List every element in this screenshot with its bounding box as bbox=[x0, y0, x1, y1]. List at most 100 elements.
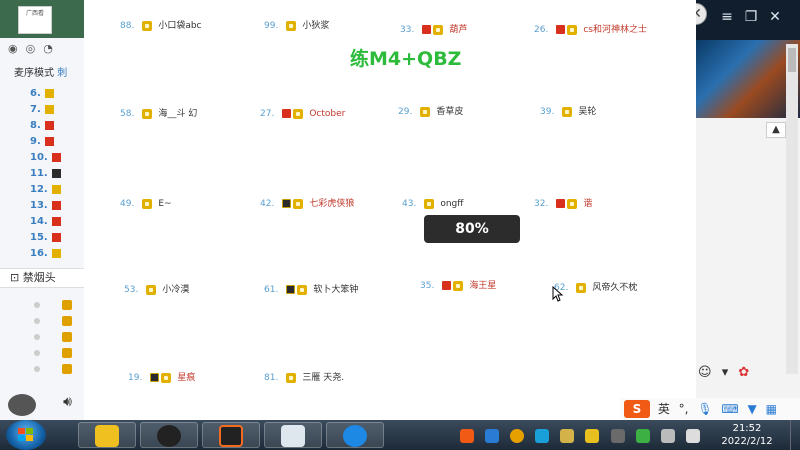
game-app-icon bbox=[219, 425, 243, 447]
rank-badge-icon bbox=[51, 184, 61, 194]
headset-icon[interactable]: ◎ bbox=[26, 42, 44, 55]
queue-number: 9. bbox=[30, 136, 41, 147]
player-seat-number: 43. bbox=[402, 199, 417, 209]
network-icon[interactable] bbox=[660, 428, 675, 443]
player-seat-number: 61. bbox=[264, 285, 279, 295]
ime-language[interactable]: 英 bbox=[658, 398, 670, 420]
k-tray-icon[interactable] bbox=[485, 428, 500, 443]
sogou-tray-icon[interactable] bbox=[460, 428, 474, 443]
player-entry[interactable]: 39. 吴轮 bbox=[540, 104, 596, 120]
rank-badge-icon bbox=[51, 200, 61, 210]
sync-tray-icon[interactable] bbox=[535, 428, 550, 443]
player-entry[interactable]: 58. 海__斗 幻 bbox=[120, 106, 197, 122]
dropdown-icon[interactable]: ▾ bbox=[722, 365, 729, 380]
queue-item[interactable]: 6. bbox=[30, 88, 84, 104]
taskbar-app-yy[interactable] bbox=[78, 422, 136, 448]
tools-icon[interactable]: ▦ bbox=[766, 398, 777, 420]
player-entry[interactable]: 26. cs和河神林之士 bbox=[534, 22, 647, 38]
list-item[interactable] bbox=[34, 294, 84, 310]
skin-icon[interactable]: ▼ bbox=[748, 398, 757, 420]
show-desktop-button[interactable] bbox=[790, 420, 800, 450]
player-name: 七彩虎侠狼 bbox=[309, 199, 355, 209]
player-entry[interactable]: 19. 星痕 bbox=[128, 370, 195, 386]
punctuation-icon[interactable]: °, bbox=[679, 398, 689, 420]
queue-item[interactable]: 12. bbox=[30, 184, 84, 200]
player-entry[interactable]: 61. 软卜大笨钟 bbox=[264, 282, 358, 298]
shield-tray-icon[interactable] bbox=[635, 428, 650, 443]
keyboard-icon[interactable]: ⌨ bbox=[721, 398, 738, 420]
queue-item[interactable]: 8. bbox=[30, 120, 84, 136]
close-icon[interactable]: ✕ bbox=[766, 8, 784, 26]
queue-number: 6. bbox=[30, 88, 41, 99]
crown-icon bbox=[286, 20, 297, 31]
player-seat-number: 33. bbox=[400, 25, 415, 35]
speaker-icon[interactable]: 🔊︎ bbox=[63, 394, 72, 410]
taskbar-app-g[interactable] bbox=[202, 422, 260, 448]
player-entry[interactable]: 49. E~ bbox=[120, 196, 172, 212]
queue-item[interactable]: 13. bbox=[30, 200, 84, 216]
queue-item[interactable]: 14. bbox=[30, 216, 84, 232]
player-entry[interactable]: 29. 香草皮 bbox=[398, 104, 463, 120]
volume-icon[interactable] bbox=[685, 428, 700, 443]
player-entry[interactable]: 99. 小狄浆 bbox=[264, 18, 329, 34]
yy-tray-icon[interactable] bbox=[585, 428, 600, 443]
queue-item[interactable]: 15. bbox=[30, 232, 84, 248]
queue-number: 10. bbox=[30, 152, 48, 163]
queue-item[interactable]: 11. bbox=[30, 168, 84, 184]
user-icon[interactable]: ◉ bbox=[8, 42, 26, 55]
rank-badge-icon bbox=[44, 88, 54, 98]
windows-logo-icon bbox=[18, 428, 34, 442]
queue-number: 7. bbox=[30, 104, 41, 115]
queue-item[interactable]: 7. bbox=[30, 104, 84, 120]
queue-item[interactable]: 9. bbox=[30, 136, 84, 152]
scrollbar-thumb[interactable] bbox=[788, 48, 796, 72]
queue-list: 6. 7. 8. 9. 10. 11. 12. 13. 14. 15. 16. bbox=[30, 88, 84, 264]
ban-section-header[interactable]: ⊡ 禁烟头 bbox=[0, 268, 84, 288]
player-entry[interactable]: 88. 小口袋abc bbox=[120, 18, 202, 34]
avatar[interactable] bbox=[8, 394, 36, 416]
queue-item[interactable]: 16. bbox=[30, 248, 84, 264]
clock-time: 21:52 bbox=[732, 423, 762, 434]
system-tray bbox=[460, 425, 710, 445]
player-entry[interactable]: 42. 七彩虎侠狼 bbox=[260, 196, 354, 212]
player-entry[interactable]: 27. October bbox=[260, 106, 345, 122]
player-name: 小狄浆 bbox=[302, 21, 330, 31]
clock[interactable]: 21:52 2022/2/12 bbox=[712, 422, 782, 448]
rank-badge-icon bbox=[44, 104, 54, 114]
scroll-up-button[interactable]: ▲ bbox=[766, 122, 786, 138]
player-entry[interactable]: 43. ongff bbox=[402, 196, 463, 212]
player-entry[interactable]: 33. 葫芦 bbox=[400, 22, 467, 38]
eye-icon[interactable]: ◔ bbox=[43, 42, 61, 55]
player-entry[interactable]: 62. 风帝久不枕 bbox=[554, 280, 637, 296]
pet-tray-icon[interactable] bbox=[560, 428, 575, 443]
player-entry[interactable]: 32. 谐 bbox=[534, 196, 592, 212]
list-item[interactable] bbox=[34, 310, 84, 326]
chat-scrollbar[interactable] bbox=[786, 44, 798, 374]
list-item[interactable] bbox=[34, 342, 84, 358]
list-item[interactable] bbox=[34, 326, 84, 342]
taskbar-app-window[interactable] bbox=[264, 422, 322, 448]
background-window-right bbox=[696, 0, 800, 420]
taskbar-app-obs[interactable] bbox=[140, 422, 198, 448]
player-entry[interactable]: 53. 小冷漠 bbox=[124, 282, 189, 298]
taskbar-app-k[interactable] bbox=[326, 422, 384, 448]
g-tray-icon[interactable] bbox=[510, 428, 525, 443]
emoji-icon[interactable]: ☺ bbox=[698, 365, 712, 380]
queue-item[interactable]: 10. bbox=[30, 152, 84, 168]
k-app-icon bbox=[343, 425, 367, 447]
mic-icon[interactable]: 🎙︎ bbox=[697, 398, 712, 420]
player-entry[interactable]: 35. 海王星 bbox=[420, 278, 496, 294]
crown-icon bbox=[576, 282, 587, 293]
restore-icon[interactable]: ❐ bbox=[742, 8, 760, 26]
player-name: 海__斗 幻 bbox=[158, 109, 198, 119]
flower-icon[interactable]: ✿ bbox=[738, 365, 749, 380]
vip-badge-icon bbox=[556, 199, 566, 208]
player-name: 软卜大笨钟 bbox=[313, 285, 359, 295]
sogou-logo-icon[interactable]: S bbox=[624, 400, 650, 418]
queue-number: 16. bbox=[30, 248, 48, 259]
start-button[interactable] bbox=[6, 420, 46, 450]
list-item[interactable] bbox=[34, 358, 84, 374]
player-entry[interactable]: 81. 三雁 天尧. bbox=[264, 370, 344, 386]
menu-icon[interactable]: ≡ bbox=[718, 8, 736, 26]
gpu-tray-icon[interactable] bbox=[610, 428, 625, 443]
